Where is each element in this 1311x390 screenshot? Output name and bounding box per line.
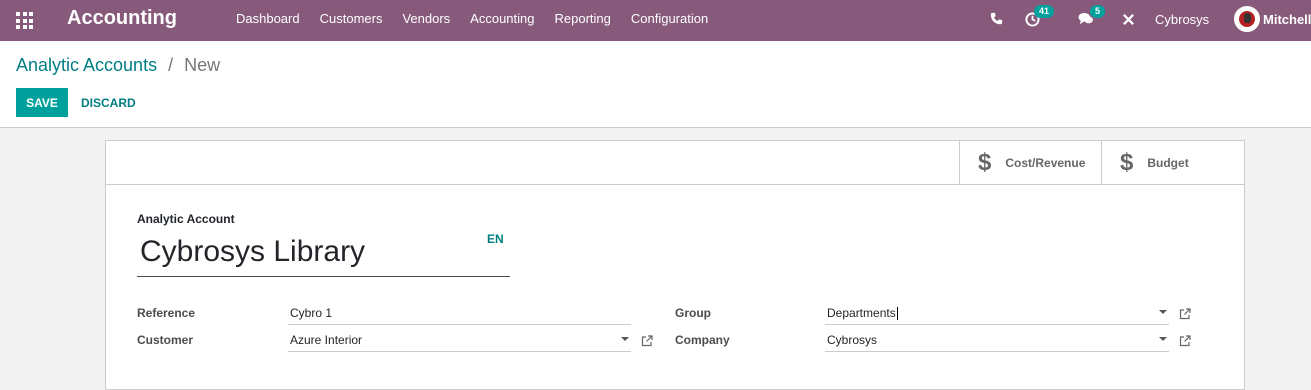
- language-translate-button[interactable]: EN: [487, 232, 504, 246]
- debug-tools-icon[interactable]: [1122, 13, 1135, 29]
- menu-item-reporting[interactable]: Reporting: [555, 11, 611, 26]
- customer-value: Azure Interior: [290, 333, 363, 347]
- form-sheet: $ Cost/Revenue $ Budget Analytic Account…: [105, 140, 1245, 390]
- chevron-down-icon[interactable]: [1159, 310, 1167, 314]
- breadcrumb-analytic-accounts[interactable]: Analytic Accounts: [16, 55, 157, 75]
- company-switcher[interactable]: Cybrosys: [1155, 12, 1209, 27]
- group-select[interactable]: Departments: [825, 301, 1169, 325]
- external-link-icon[interactable]: [641, 335, 653, 347]
- dollar-icon: $: [978, 148, 992, 176]
- user-avatar[interactable]: [1234, 6, 1260, 32]
- reference-label: Reference: [137, 306, 196, 320]
- breadcrumb: Analytic Accounts / New: [16, 55, 220, 76]
- group-value: Departments: [827, 306, 896, 320]
- analytic-account-label: Analytic Account: [137, 212, 235, 226]
- discard-button[interactable]: DISCARD: [81, 96, 136, 110]
- message-count-badge: 5: [1090, 5, 1106, 18]
- chat-icon[interactable]: 5: [1078, 5, 1106, 29]
- chevron-down-icon[interactable]: [1159, 337, 1167, 341]
- phone-icon[interactable]: [990, 12, 1003, 28]
- breadcrumb-current: New: [184, 55, 221, 75]
- app-title[interactable]: Accounting: [67, 7, 177, 30]
- smart-button-box: $ Cost/Revenue $ Budget: [106, 141, 1244, 185]
- budget-label: Budget: [1147, 155, 1189, 170]
- main-menu: Dashboard Customers Vendors Accounting R…: [236, 11, 728, 26]
- dollar-icon: $: [1120, 148, 1134, 176]
- top-navbar: Accounting Dashboard Customers Vendors A…: [0, 0, 1311, 41]
- group-label: Group: [675, 306, 711, 320]
- chevron-down-icon[interactable]: [621, 337, 629, 341]
- customer-select[interactable]: Azure Interior: [288, 328, 631, 352]
- company-value: Cybrosys: [827, 333, 878, 347]
- control-panel: Analytic Accounts / New SAVE DISCARD: [0, 41, 1311, 128]
- app-menu-icon[interactable]: [16, 12, 33, 29]
- menu-item-vendors[interactable]: Vendors: [402, 11, 450, 26]
- account-name-input[interactable]: Cybrosys Library: [137, 233, 510, 277]
- company-select[interactable]: Cybrosys: [825, 328, 1169, 352]
- menu-item-configuration[interactable]: Configuration: [631, 11, 708, 26]
- budget-button[interactable]: $ Budget: [1101, 141, 1244, 184]
- breadcrumb-separator: /: [168, 55, 174, 75]
- activity-count-badge: 41: [1034, 5, 1055, 18]
- text-cursor: [896, 307, 898, 321]
- customer-label: Customer: [137, 333, 194, 347]
- reference-input[interactable]: Cybro 1: [288, 301, 631, 325]
- user-menu[interactable]: Mitchell: [1263, 12, 1311, 27]
- cost-revenue-button[interactable]: $ Cost/Revenue: [959, 141, 1102, 184]
- activity-clock-icon[interactable]: 41: [1025, 5, 1055, 30]
- menu-item-customers[interactable]: Customers: [320, 11, 383, 26]
- menu-item-dashboard[interactable]: Dashboard: [236, 11, 300, 26]
- external-link-icon[interactable]: [1179, 335, 1191, 347]
- cost-revenue-label: Cost/Revenue: [1005, 155, 1086, 170]
- menu-item-accounting[interactable]: Accounting: [470, 11, 534, 26]
- save-button[interactable]: SAVE: [16, 88, 68, 117]
- company-label: Company: [675, 333, 730, 347]
- external-link-icon[interactable]: [1179, 308, 1191, 320]
